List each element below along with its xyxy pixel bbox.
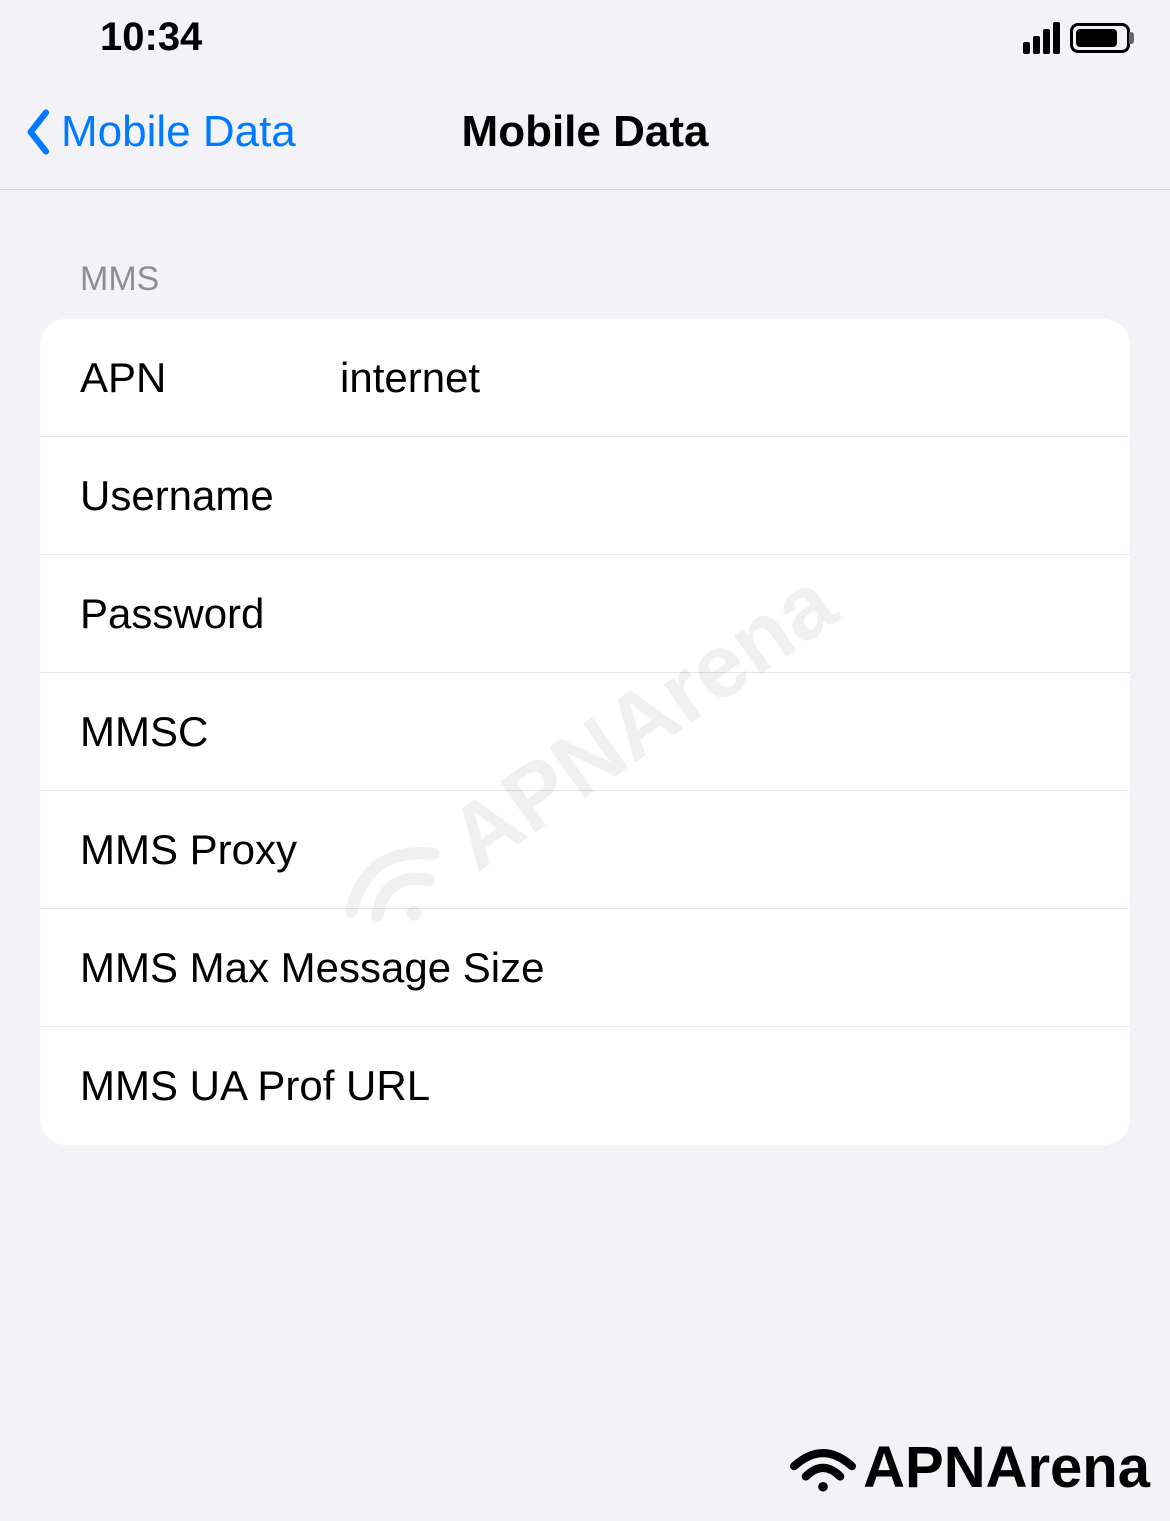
password-input[interactable] bbox=[340, 560, 1090, 668]
cellular-signal-icon bbox=[1023, 22, 1060, 54]
row-label-mms-proxy: MMS Proxy bbox=[80, 826, 549, 874]
row-mms-proxy[interactable]: MMS Proxy bbox=[40, 791, 1130, 909]
section-header-mms: MMS bbox=[0, 190, 1170, 319]
settings-group-mms: APN Username Password MMSC MMS Proxy MMS… bbox=[40, 319, 1130, 1145]
battery-icon bbox=[1070, 23, 1130, 53]
mmsc-input[interactable] bbox=[340, 678, 1090, 786]
watermark-bottom-text: APNArena bbox=[863, 1434, 1150, 1501]
row-mmsc[interactable]: MMSC bbox=[40, 673, 1130, 791]
chevron-left-icon bbox=[25, 107, 53, 157]
row-label-mmsc: MMSC bbox=[80, 708, 340, 756]
row-label-username: Username bbox=[80, 472, 340, 520]
watermark-bottom: APNArena bbox=[788, 1434, 1150, 1501]
status-indicators bbox=[1023, 22, 1130, 54]
status-bar: 10:34 bbox=[0, 0, 1170, 75]
page-title: Mobile Data bbox=[462, 107, 709, 157]
mms-ua-input[interactable] bbox=[549, 1032, 1090, 1140]
navigation-bar: Mobile Data Mobile Data bbox=[0, 75, 1170, 190]
mms-proxy-input[interactable] bbox=[549, 796, 1090, 904]
row-password[interactable]: Password bbox=[40, 555, 1130, 673]
row-apn[interactable]: APN bbox=[40, 319, 1130, 437]
wifi-icon bbox=[788, 1440, 858, 1495]
row-label-apn: APN bbox=[80, 354, 340, 402]
row-mms-max-message-size[interactable]: MMS Max Message Size bbox=[40, 909, 1130, 1027]
mms-max-input[interactable] bbox=[549, 914, 1090, 1022]
back-button[interactable]: Mobile Data bbox=[25, 107, 296, 157]
back-label: Mobile Data bbox=[61, 107, 296, 157]
username-input[interactable] bbox=[340, 442, 1090, 550]
row-mms-ua-prof-url[interactable]: MMS UA Prof URL bbox=[40, 1027, 1130, 1145]
row-label-mms-max: MMS Max Message Size bbox=[80, 944, 549, 992]
row-label-mms-ua: MMS UA Prof URL bbox=[80, 1062, 549, 1110]
status-time: 10:34 bbox=[100, 15, 202, 60]
apn-input[interactable] bbox=[340, 324, 1090, 432]
row-username[interactable]: Username bbox=[40, 437, 1130, 555]
row-label-password: Password bbox=[80, 590, 340, 638]
